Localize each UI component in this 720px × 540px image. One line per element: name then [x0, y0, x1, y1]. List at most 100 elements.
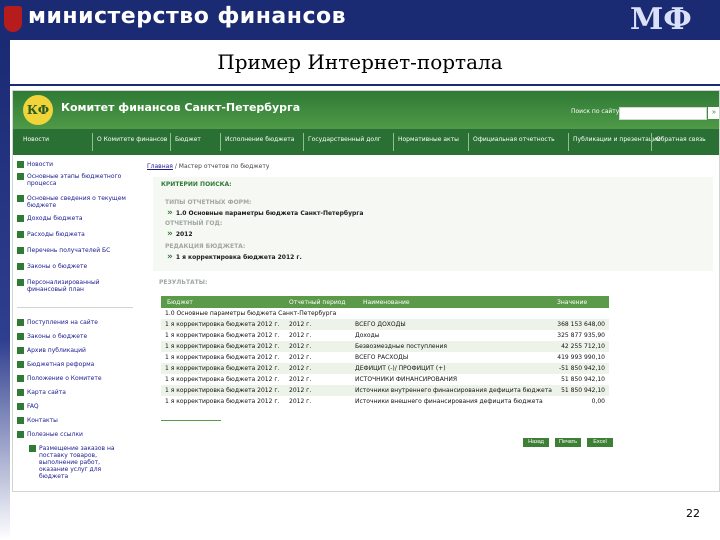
- col-name-header[interactable]: Наименование: [363, 299, 410, 306]
- edition-text: 1 я корректировка бюджета 2012 г.: [175, 254, 302, 261]
- cell-period: 2012 г.: [289, 398, 312, 405]
- sidebar-link-8[interactable]: Полезные ссылки: [17, 431, 135, 438]
- nav-separator: [92, 133, 93, 151]
- cell-period: 2012 г.: [289, 365, 312, 372]
- cell-budget: 1 я корректировка бюджета 2012 г.: [165, 376, 280, 383]
- nav-item-7[interactable]: Публикации и презентации: [573, 136, 661, 143]
- sidebar-item-3[interactable]: Доходы бюджета: [17, 215, 135, 222]
- col-period-header[interactable]: Отчетный период: [289, 299, 346, 306]
- bullet-icon: [17, 389, 24, 396]
- col-budget-header[interactable]: Бюджет: [167, 299, 193, 306]
- print-button[interactable]: Печать: [555, 438, 581, 447]
- nav-item-3[interactable]: Исполнение бюджета: [225, 136, 294, 143]
- sidebar-link-4[interactable]: Положение о Комитете: [17, 375, 135, 382]
- cell-value: 51 850 942,10: [561, 387, 605, 394]
- sidebar-link-label: Законы о бюджете: [27, 333, 88, 340]
- sidebar-link-label: Полезные ссылки: [27, 431, 83, 438]
- group-title: 1.0 Основные параметры бюджета Санкт-Пет…: [165, 310, 337, 317]
- back-button[interactable]: Назад: [523, 438, 549, 447]
- nav-item-5[interactable]: Нормативные акты: [398, 136, 459, 143]
- breadcrumb: Главная / Мастер отчетов по бюджету: [147, 163, 269, 170]
- committee-emblem-icon[interactable]: КФ: [23, 95, 53, 125]
- sidebar-link-7[interactable]: Контакты: [17, 417, 135, 424]
- col-value-header[interactable]: Значение: [557, 299, 587, 306]
- sidebar-item-label: Перечень получателей БС: [27, 247, 111, 254]
- breadcrumb-home-link[interactable]: Главная: [147, 163, 173, 170]
- table-row: 1 я корректировка бюджета 2012 г. 2012 г.…: [161, 330, 609, 341]
- portal-screenshot: КФ Комитет финансов Санкт-Петербурга Пои…: [12, 90, 720, 492]
- report-content: Главная / Мастер отчетов по бюджету КРИТ…: [147, 155, 715, 491]
- sidebar-item-label: Персонализированный финансовый план: [27, 279, 100, 293]
- cell-budget: 1 я корректировка бюджета 2012 г.: [165, 332, 280, 339]
- sidebar-item-label: Законы о бюджете: [27, 263, 88, 270]
- edition-value: » 1 я корректировка бюджета 2012 г.: [167, 252, 302, 262]
- cell-name: ВСЕГО ДОХОДЫ: [355, 321, 406, 328]
- nav-item-8[interactable]: Обратная связь: [656, 136, 706, 143]
- sidebar-item-4[interactable]: Расходы бюджета: [17, 231, 135, 238]
- sidebar-link-label: Размещение заказов на поставку товаров, …: [39, 445, 115, 480]
- sidebar-link-1[interactable]: Законы о бюджете: [17, 333, 135, 340]
- table-row: 1 я корректировка бюджета 2012 г. 2012 г.…: [161, 352, 609, 363]
- nav-item-1[interactable]: О Комитете финансов: [97, 136, 167, 143]
- bullet-icon: [17, 231, 24, 238]
- cell-budget: 1 я корректировка бюджета 2012 г.: [165, 354, 280, 361]
- sidebar-item-label: Доходы бюджета: [27, 215, 83, 222]
- sidebar-item-label: Новости: [27, 161, 54, 168]
- nav-item-6[interactable]: Официальная отчетность: [473, 136, 555, 143]
- sidebar-link-5[interactable]: Карта сайта: [17, 389, 135, 396]
- sidebar-link-0[interactable]: Поступления на сайте: [17, 319, 135, 326]
- bullet-icon: [17, 263, 24, 270]
- sidebar-item-1[interactable]: Основные этапы бюджетного процесса: [17, 173, 135, 187]
- table-row: 1 я корректировка бюджета 2012 г. 2012 г.…: [161, 341, 609, 352]
- cell-budget: 1 я корректировка бюджета 2012 г.: [165, 321, 280, 328]
- bullet-icon: [17, 279, 24, 286]
- sidebar-link-label: Архив публикаций: [27, 347, 86, 354]
- cell-value: -51 850 942,10: [558, 365, 605, 372]
- sidebar-link-2[interactable]: Архив публикаций: [17, 347, 135, 354]
- nav-separator: [303, 133, 304, 151]
- cell-value: 51 850 942,10: [561, 376, 605, 383]
- bullet-icon: [17, 417, 24, 424]
- cell-budget: 1 я корректировка бюджета 2012 г.: [165, 365, 280, 372]
- cell-name: Источники внутреннего финансирования деф…: [355, 387, 552, 394]
- bullet-icon: [17, 431, 24, 438]
- nav-item-2[interactable]: Бюджет: [175, 136, 201, 143]
- sidebar: Новости Основные этапы бюджетного процесс…: [13, 155, 137, 491]
- search-input[interactable]: [619, 107, 707, 120]
- nav-separator: [393, 133, 394, 151]
- sidebar-link-label: Поступления на сайте: [27, 319, 98, 326]
- sidebar-item-label: Расходы бюджета: [27, 231, 85, 238]
- nav-item-0[interactable]: Новости: [23, 136, 49, 143]
- sidebar-item-0[interactable]: Новости: [17, 161, 135, 168]
- nav-item-4[interactable]: Государственный долг: [308, 136, 381, 143]
- sidebar-item-2[interactable]: Основные сведения о текущем бюджете: [17, 195, 135, 209]
- year-label: ОТЧЕТНЫЙ ГОД:: [165, 220, 223, 227]
- sidebar-link-label: Бюджетная реформа: [27, 361, 95, 368]
- bullet-icon: [17, 333, 24, 340]
- cell-name: Безвозмездные поступления: [355, 343, 448, 350]
- form-types-value: » 1.0 Основные параметры бюджета Санкт-Пе…: [167, 208, 363, 218]
- cell-name: Доходы: [355, 332, 380, 339]
- nav-separator: [568, 133, 569, 151]
- sidebar-link-3[interactable]: Бюджетная реформа: [17, 361, 135, 368]
- slide-left-rail: [0, 40, 10, 540]
- sidebar-item-7[interactable]: Персонализированный финансовый план: [17, 279, 135, 293]
- sidebar-item-5[interactable]: Перечень получателей БС: [17, 247, 135, 254]
- sidebar-item-6[interactable]: Законы о бюджете: [17, 263, 135, 270]
- table-row: 1 я корректировка бюджета 2012 г. 2012 г.…: [161, 396, 609, 407]
- bullet-icon: [17, 403, 24, 410]
- cell-name: ИСТОЧНИКИ ФИНАНСИРОВАНИЯ: [355, 376, 458, 383]
- breadcrumb-current: / Мастер отчетов по бюджету: [174, 163, 270, 170]
- cell-budget: 1 я корректировка бюджета 2012 г.: [165, 343, 280, 350]
- sidebar-link-6[interactable]: FAQ: [17, 403, 135, 410]
- form-types-text: 1.0 Основные параметры бюджета Санкт-Пет…: [175, 210, 364, 217]
- sidebar-link-9[interactable]: Размещение заказов на поставку товаров, …: [29, 445, 133, 480]
- search-submit-button[interactable]: »: [708, 107, 719, 119]
- form-types-label: ТИПЫ ОТЧЕТНЫХ ФОРМ:: [165, 199, 252, 206]
- cell-value: 0,00: [591, 398, 605, 405]
- site-title[interactable]: Комитет финансов Санкт-Петербурга: [61, 101, 300, 114]
- edition-label: РЕДАКЦИЯ БЮДЖЕТА:: [165, 243, 246, 250]
- excel-export-button[interactable]: Excel: [587, 438, 613, 447]
- year-value: » 2012: [167, 229, 193, 239]
- sidebar-link-label: FAQ: [27, 403, 39, 410]
